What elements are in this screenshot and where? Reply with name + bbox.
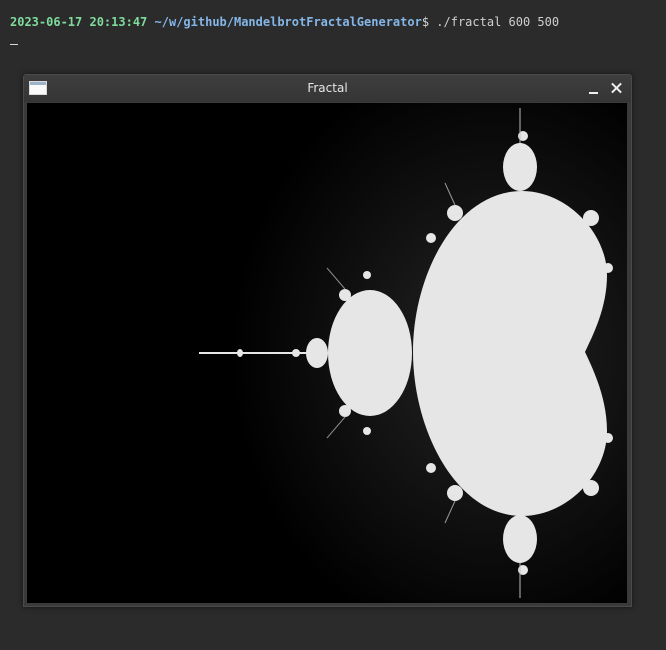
- prompt-symbol: $: [421, 15, 430, 29]
- minimize-icon[interactable]: [585, 79, 603, 97]
- window-titlebar[interactable]: Fractal: [24, 75, 631, 102]
- prompt-line: 2023-06-17 20:13:47 ~/w/github/Mandelbro…: [10, 14, 559, 30]
- fractal-canvas[interactable]: [27, 103, 627, 603]
- prompt-cwd: ~/w/github/MandelbrotFractalGenerator: [154, 15, 422, 29]
- window-title: Fractal: [307, 81, 348, 95]
- mandelbrot-image: [27, 103, 627, 603]
- prompt-timestamp: 2023-06-17 20:13:47: [10, 15, 148, 29]
- prompt-command: ./fractal 600 500: [429, 15, 560, 29]
- fractal-window[interactable]: Fractal: [23, 74, 632, 607]
- terminal-cursor: [10, 44, 18, 45]
- close-icon[interactable]: [608, 79, 626, 97]
